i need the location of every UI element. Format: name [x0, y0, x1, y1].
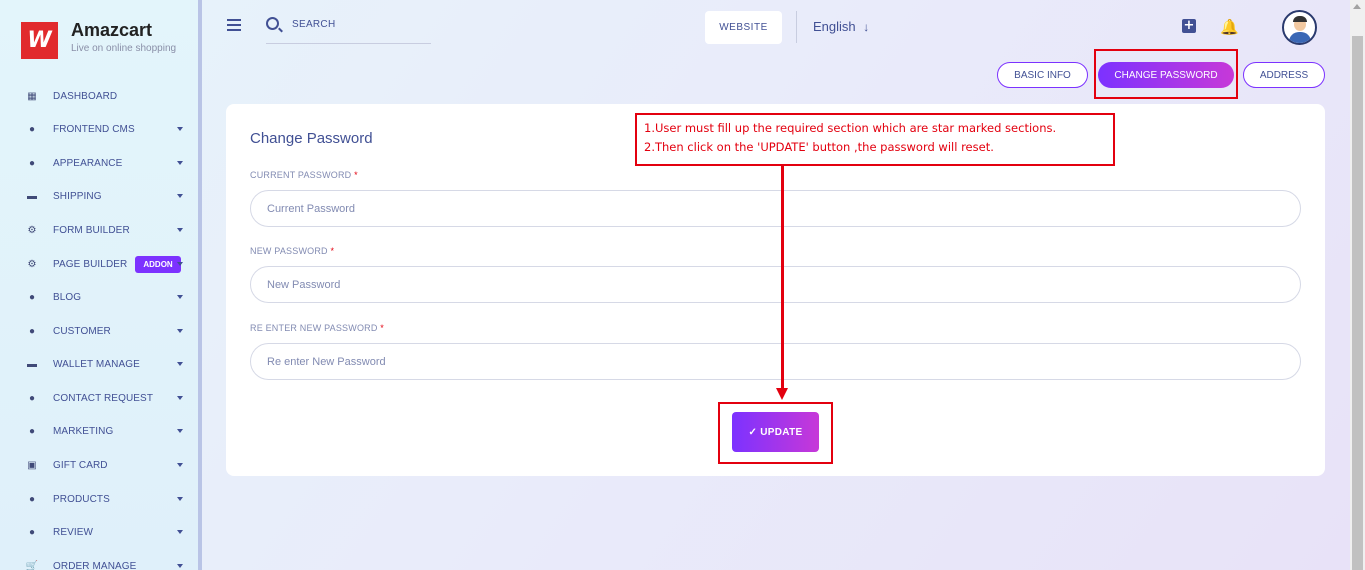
users-icon: ● [28, 291, 36, 303]
annotation-line-1: 1.User must fill up the required section… [644, 121, 1057, 135]
annotation-arrow [781, 166, 784, 392]
brand-name: Amazcart [71, 20, 153, 40]
sidebar-item-label: WALLET MANAGE [53, 358, 140, 370]
sidebar-item-label: FRONTEND CMS [53, 123, 135, 135]
new-password-field[interactable] [250, 266, 1301, 303]
user-icon: ● [28, 526, 36, 538]
addon-badge: ADDON [135, 255, 181, 273]
bell-icon[interactable]: 🔔 [1220, 18, 1239, 36]
reenter-password-label: RE ENTER NEW PASSWORD * [250, 323, 384, 333]
plus-square-icon[interactable]: + [1182, 19, 1196, 33]
scrollbar[interactable] [1350, 0, 1365, 570]
sidebar-item-label: BLOG [53, 291, 82, 303]
caret-down-icon [177, 161, 183, 165]
tab-address[interactable]: ADDRESS [1243, 62, 1325, 88]
wallet-icon: ▬ [27, 358, 37, 370]
language-label: English [813, 19, 856, 34]
brand-logo: W [21, 22, 58, 59]
hamburger-menu-icon[interactable] [227, 19, 241, 34]
caret-down-icon [177, 194, 183, 198]
users-icon: ● [28, 325, 36, 337]
current-password-field[interactable] [250, 190, 1301, 227]
sidebar-item-form-builder[interactable]: ⚙ FORM BUILDER [26, 220, 186, 240]
sidebar-item-gift-card[interactable]: ▣ GIFT CARD [26, 455, 186, 475]
caret-down-icon [177, 329, 183, 333]
sidebar-item-order-manage[interactable]: 🛒 ORDER MANAGE [26, 556, 186, 570]
gift-icon: ▣ [27, 459, 37, 471]
brand-tagline: Live on online shopping [71, 43, 177, 54]
user-icon: ● [28, 425, 36, 437]
product-hunt-icon: ● [28, 493, 36, 505]
highlight-box-update [718, 402, 833, 464]
sidebar-item-blog[interactable]: ● BLOG [26, 287, 186, 307]
user-icon: ● [28, 157, 36, 169]
sidebar-item-dashboard[interactable]: ▦ DASHBOARD [26, 86, 186, 106]
sidebar-item-label: PAGE BUILDER [53, 258, 128, 270]
sidebar-item-appearance[interactable]: ● APPEARANCE [26, 153, 186, 173]
caret-down-icon [177, 429, 183, 433]
reenter-password-field[interactable] [250, 343, 1301, 380]
caret-down-icon [177, 564, 183, 568]
search-icon [266, 17, 279, 30]
sidebar-item-label: SHIPPING [53, 190, 102, 202]
caret-down-icon [177, 463, 183, 467]
arrow-down-icon: ↓ [863, 20, 870, 34]
cogs-icon: ⚙ [27, 224, 37, 236]
sidebar-item-wallet-manage[interactable]: ▬ WALLET MANAGE [26, 354, 186, 374]
scroll-up-icon[interactable] [1353, 4, 1361, 9]
caret-down-icon [177, 262, 183, 266]
sidebar-item-label: APPEARANCE [53, 157, 123, 169]
user-icon: ● [28, 392, 36, 404]
sidebar-item-contact-request[interactable]: ● CONTACT REQUEST [26, 388, 186, 408]
caret-down-icon [177, 396, 183, 400]
sidebar-item-label: DASHBOARD [53, 90, 118, 102]
tab-basic-info[interactable]: BASIC INFO [997, 62, 1088, 88]
sidebar-item-shipping[interactable]: ▬ SHIPPING [26, 186, 186, 206]
cogs-icon: ⚙ [27, 258, 37, 270]
card-title: Change Password [250, 130, 373, 147]
search-input[interactable]: SEARCH [292, 19, 335, 30]
caret-down-icon [177, 497, 183, 501]
caret-down-icon [177, 127, 183, 131]
sidebar-item-label: PRODUCTS [53, 493, 110, 505]
sidebar-item-products[interactable]: ● PRODUCTS [26, 489, 186, 509]
caret-down-icon [177, 362, 183, 366]
sidebar-item-page-builder[interactable]: ⚙ PAGE BUILDER ADDON [26, 254, 186, 274]
sidebar-item-customer[interactable]: ● CUSTOMER [26, 321, 186, 341]
new-password-label: NEW PASSWORD * [250, 246, 335, 256]
cart-icon: 🛒 [25, 560, 39, 570]
topbar-divider [796, 11, 797, 43]
annotation-arrow-head [776, 388, 788, 400]
grid-icon: ▦ [27, 90, 37, 102]
caret-down-icon [177, 295, 183, 299]
user-icon: ● [28, 123, 36, 135]
money-icon: ▬ [27, 190, 37, 202]
sidebar-item-label: CONTACT REQUEST [53, 392, 154, 404]
annotation-line-2: 2.Then click on the 'UPDATE' button ,the… [644, 140, 994, 154]
sidebar-item-label: CUSTOMER [53, 325, 111, 337]
scroll-thumb[interactable] [1352, 36, 1363, 570]
sidebar-item-review[interactable]: ● REVIEW [26, 522, 186, 542]
sidebar-item-label: ORDER MANAGE [53, 560, 137, 570]
sidebar-item-label: GIFT CARD [53, 459, 108, 471]
sidebar: W Amazcart Live on online shopping ▦ DASH… [0, 0, 198, 570]
language-selector[interactable]: English ↓ [813, 19, 869, 34]
caret-down-icon [177, 228, 183, 232]
sidebar-item-label: FORM BUILDER [53, 224, 130, 236]
highlight-box-tab [1094, 49, 1238, 99]
sidebar-item-frontend-cms[interactable]: ● FRONTEND CMS [26, 119, 186, 139]
avatar[interactable] [1282, 10, 1317, 45]
website-button[interactable]: WEBSITE [705, 11, 782, 44]
sidebar-divider [198, 0, 202, 570]
sidebar-item-label: MARKETING [53, 425, 114, 437]
sidebar-item-marketing[interactable]: ● MARKETING [26, 421, 186, 441]
brand[interactable]: W Amazcart Live on online shopping [21, 20, 177, 59]
sidebar-item-label: REVIEW [53, 526, 94, 538]
caret-down-icon [177, 530, 183, 534]
current-password-label: CURRENT PASSWORD * [250, 170, 358, 180]
instruction-annotation: 1.User must fill up the required section… [635, 113, 1115, 166]
search-bar[interactable]: SEARCH [266, 17, 431, 44]
